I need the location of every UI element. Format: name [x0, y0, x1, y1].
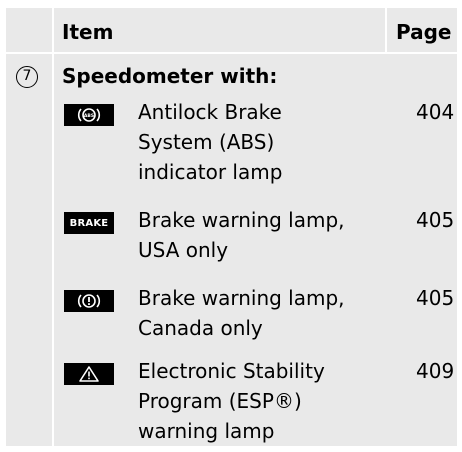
body-number-column	[6, 54, 52, 446]
row-esp-line-1: Electronic Stability	[138, 359, 325, 383]
row-brake-usa-line-2: USA only	[138, 238, 229, 262]
row-esp-page: 409	[416, 359, 455, 383]
abs-warning-icon: ABS	[64, 104, 114, 126]
row-brake-usa-page: 405	[416, 208, 455, 232]
warning-triangle-icon	[64, 363, 114, 385]
row-brake-canada-line-1: Brake warning lamp,	[138, 286, 345, 310]
row-brake-canada-line-2: Canada only	[138, 316, 263, 340]
row-brake-usa-text: Brake warning lamp, USA only	[138, 205, 368, 265]
item-number-badge: 7	[16, 66, 38, 88]
row-brake-canada-text: Brake warning lamp, Canada only	[138, 283, 368, 343]
row-esp-line-2: Program (ESP®)	[138, 389, 302, 413]
header-item-label: Item	[62, 20, 114, 44]
row-brake-usa-line-1: Brake warning lamp,	[138, 208, 345, 232]
svg-text:ABS: ABS	[84, 113, 94, 119]
header-number-cell	[6, 8, 52, 52]
row-esp-line-3: warning lamp	[138, 419, 275, 443]
header-page-label: Page	[396, 20, 452, 44]
row-esp-text: Electronic Stability Program (ESP®) warn…	[138, 356, 368, 446]
manual-table: Item Page 7 Speedometer with: ABS Antilo…	[0, 0, 462, 452]
row-abs-text: Antilock Brake System (ABS) indicator la…	[138, 97, 368, 187]
brake-icon-text: BRAKE	[69, 217, 109, 229]
row-abs-line-2: System (ABS)	[138, 130, 275, 154]
row-abs-page: 404	[416, 100, 455, 124]
row-abs-line-1: Antilock Brake	[138, 100, 282, 124]
row-abs-line-3: indicator lamp	[138, 160, 283, 184]
brake-text-icon: BRAKE	[64, 212, 114, 234]
section-title: Speedometer with:	[62, 64, 278, 88]
brake-circle-exclamation-icon	[64, 290, 114, 312]
row-brake-canada-page: 405	[416, 286, 455, 310]
